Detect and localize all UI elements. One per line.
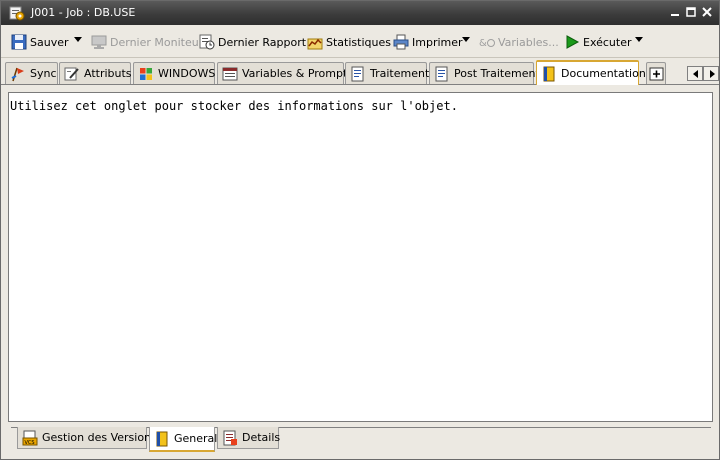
job-gear-icon [9, 5, 25, 21]
window-title: J001 - Job : DB.USE [31, 6, 136, 19]
tab-attributs-label: Attributs [84, 67, 132, 80]
maximize-button[interactable] [684, 5, 698, 19]
documentation-text: Utilisez cet onglet pour stocker des inf… [10, 99, 458, 113]
tab-general-label: General [174, 432, 218, 445]
arrow-right-icon [710, 70, 715, 78]
variables-icon: & [479, 34, 495, 50]
svg-text:VCS: VCS [25, 440, 35, 446]
tab-details[interactable]: Details [217, 427, 281, 449]
minimize-button[interactable] [668, 5, 682, 19]
tab-bar: Sync Attributs WINDOWS Variables & Promp… [1, 59, 719, 85]
statistics-button[interactable]: Statistiques [307, 32, 391, 52]
tab-documentation-label: Documentation [561, 67, 646, 80]
documentation-editor[interactable]: Utilisez cet onglet pour stocker des inf… [8, 92, 713, 422]
printer-icon [393, 34, 409, 50]
save-dropdown-arrow[interactable] [74, 37, 82, 42]
report-clock-icon [199, 34, 215, 50]
statistics-chart-icon [307, 34, 323, 50]
print-dropdown-arrow[interactable] [462, 37, 470, 42]
tab-post-traitement-label: Post Traitement [454, 67, 540, 80]
tab-scroll-right-button[interactable] [703, 66, 719, 81]
save-label: Sauver [30, 35, 69, 49]
tab-attributs[interactable]: Attributs [59, 62, 132, 84]
last-report-label: Dernier Rapport [218, 35, 307, 49]
tab-documentation[interactable]: Documentation [536, 60, 646, 85]
tab-sync[interactable]: Sync [5, 62, 58, 84]
tab-windows[interactable]: WINDOWS [133, 62, 215, 84]
execute-label: Exécuter [583, 35, 632, 49]
details-list-icon [222, 430, 238, 446]
post-process-script-icon [434, 66, 450, 82]
attributes-pencil-icon [64, 66, 80, 82]
monitor-icon [91, 34, 107, 50]
svg-text:&: & [479, 38, 487, 49]
process-script-icon [350, 66, 366, 82]
sync-flag-icon [10, 66, 26, 82]
floppy-disk-icon [11, 34, 27, 50]
title-bar[interactable]: J001 - Job : DB.USE [1, 1, 719, 25]
tab-scroll-left-button[interactable] [687, 66, 703, 81]
save-button[interactable]: Sauver [11, 32, 69, 52]
windows-logo-icon [138, 66, 154, 82]
plus-icon [649, 66, 665, 82]
variables-label: Variables... [498, 35, 559, 49]
bottom-tab-bar: VCS Gestion des Versions General Details [1, 423, 719, 459]
toolbar: Sauver Dernier Moniteur Dernier Rapport … [1, 26, 719, 58]
last-monitor-label: Dernier Moniteur [110, 35, 204, 49]
documentation-book-icon [541, 66, 557, 82]
execute-dropdown-arrow[interactable] [635, 37, 643, 42]
tab-windows-label: WINDOWS [158, 67, 216, 80]
tab-version-management-label: Gestion des Versions [42, 431, 157, 444]
arrow-left-icon [693, 70, 698, 78]
last-report-button[interactable]: Dernier Rapport [199, 32, 306, 52]
close-button[interactable] [700, 5, 714, 19]
version-control-icon: VCS [22, 430, 38, 446]
tab-post-traitement[interactable]: Post Traitement [429, 62, 540, 84]
execute-button[interactable]: Exécuter [564, 32, 632, 52]
job-window: J001 - Job : DB.USE Sauver Dernier Monit… [0, 0, 720, 460]
tab-general[interactable]: General [149, 427, 218, 452]
tab-version-management[interactable]: VCS Gestion des Versions [17, 427, 157, 449]
tab-details-label: Details [242, 431, 281, 444]
tab-traitement-label: Traitement [370, 67, 430, 80]
print-label: Imprimer [412, 35, 463, 49]
play-icon [564, 34, 580, 50]
variables-table-icon [222, 66, 238, 82]
tab-variables-prompts[interactable]: Variables & Prompts [217, 62, 353, 84]
print-button[interactable]: Imprimer [393, 32, 463, 52]
variables-button[interactable]: & Variables... [479, 32, 559, 52]
last-monitor-button[interactable]: Dernier Moniteur [91, 32, 203, 52]
add-tab-button[interactable] [646, 62, 666, 84]
tab-variables-prompts-label: Variables & Prompts [242, 67, 354, 80]
statistics-label: Statistiques [326, 35, 391, 49]
tab-sync-label: Sync [30, 67, 57, 80]
general-book-icon [154, 431, 170, 447]
tab-traitement[interactable]: Traitement [345, 62, 430, 84]
